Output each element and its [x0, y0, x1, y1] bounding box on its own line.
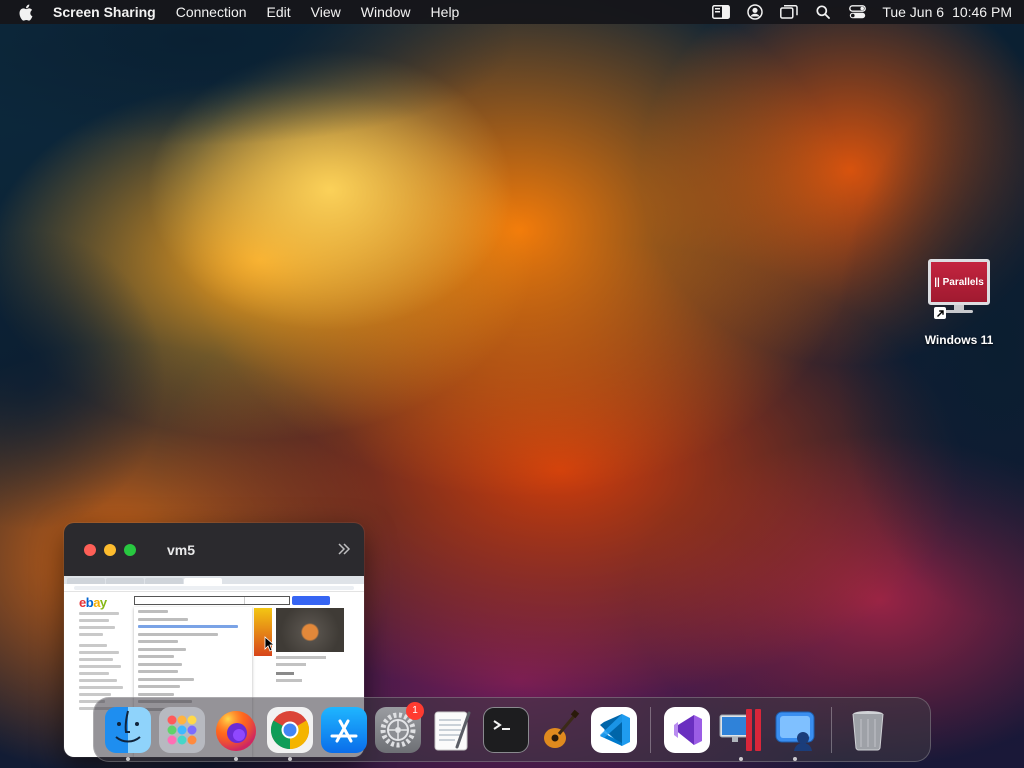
- menu-bar-status-area: Tue Jun 6 10:46 PM: [696, 4, 1012, 20]
- minimize-window-button[interactable]: [104, 543, 116, 556]
- dock-item-system-settings[interactable]: 1: [375, 701, 424, 753]
- app-store-icon: [321, 706, 367, 753]
- dock-item-app-store[interactable]: [321, 706, 367, 753]
- desktop-icon-label: Windows 11: [924, 333, 994, 347]
- menu-bar: Screen Sharing Connection Edit View Wind…: [0, 0, 1024, 24]
- menu-connection[interactable]: Connection: [176, 4, 247, 20]
- terminal-icon: [483, 706, 529, 753]
- parallels-vm-screen: || Parallels: [928, 259, 990, 305]
- textedit-icon: [429, 707, 475, 753]
- remote-tab-active: [184, 578, 222, 584]
- running-indicator: [234, 756, 238, 761]
- zoom-window-button[interactable]: [124, 543, 136, 556]
- dock-separator: [831, 706, 832, 753]
- finder-icon: [105, 706, 151, 753]
- remote-category-select: [244, 597, 288, 604]
- window-title: vm5: [167, 541, 196, 558]
- running-indicator: [739, 756, 743, 761]
- menu-bar-time[interactable]: 10:46 PM: [952, 4, 1012, 20]
- remote-tab: [145, 578, 183, 584]
- running-indicator: [793, 756, 797, 761]
- guitar-icon: [537, 707, 583, 753]
- running-indicator: [126, 756, 130, 761]
- dock-item-finder[interactable]: [105, 706, 151, 761]
- search-icon[interactable]: [814, 4, 832, 20]
- window-controls: [84, 543, 144, 556]
- screen-mirroring-icon[interactable]: [780, 4, 799, 20]
- launchpad-icon: [159, 706, 205, 753]
- close-window-button[interactable]: [84, 543, 96, 556]
- menu-edit[interactable]: Edit: [267, 4, 291, 20]
- visual-studio-icon: [664, 706, 710, 753]
- remote-address-bar: [64, 584, 364, 592]
- running-indicator: [288, 756, 292, 761]
- menu-window[interactable]: Window: [361, 4, 411, 20]
- parallels-vm-icon: || Parallels: [927, 256, 991, 319]
- dock-item-launchpad[interactable]: [159, 706, 205, 753]
- dock-item-firefox[interactable]: [213, 707, 259, 761]
- notification-badge: 1: [406, 701, 424, 720]
- menu-app-name[interactable]: Screen Sharing: [53, 4, 156, 20]
- dock-item-parallels-desktop[interactable]: [718, 707, 764, 761]
- desktop-icon-windows-11[interactable]: || Parallels Windows 11: [918, 256, 1000, 347]
- menu-bar-date[interactable]: Tue Jun 6: [882, 4, 944, 20]
- menu-help[interactable]: Help: [431, 4, 460, 20]
- remote-product-image: [276, 608, 344, 652]
- parallels-icon: [718, 707, 764, 753]
- dock-item-garageband[interactable]: [537, 707, 583, 753]
- parallels-logo-text: || Parallels: [934, 276, 984, 288]
- chrome-icon: [267, 706, 313, 753]
- window-titlebar[interactable]: vm5: [64, 523, 364, 576]
- apple-menu-icon[interactable]: [18, 3, 35, 21]
- dock-item-trash[interactable]: [845, 707, 891, 753]
- dock-item-vscode[interactable]: [591, 706, 637, 753]
- double-chevron-right-icon[interactable]: [337, 542, 351, 556]
- mouse-cursor-icon: [264, 636, 274, 652]
- screen-sharing-icon: [772, 707, 818, 753]
- remote-browser-tabs: [64, 576, 364, 584]
- alias-arrow-icon: [934, 307, 946, 319]
- dock-item-textedit[interactable]: [429, 707, 475, 753]
- remote-product-details: [276, 656, 336, 686]
- dock: 1: [93, 697, 931, 762]
- control-center-icon[interactable]: [848, 4, 866, 20]
- vscode-icon: [591, 706, 637, 753]
- dock-item-visual-studio[interactable]: [664, 706, 710, 753]
- menu-view[interactable]: View: [311, 4, 341, 20]
- user-account-icon[interactable]: [746, 4, 764, 20]
- remote-tab: [106, 578, 144, 584]
- remote-search-button: [292, 596, 330, 605]
- stage-manager-icon[interactable]: [712, 4, 731, 20]
- firefox-icon: [213, 707, 259, 753]
- dock-item-screen-sharing[interactable]: [772, 707, 818, 761]
- dock-separator: [650, 706, 651, 753]
- trash-icon: [845, 707, 891, 753]
- monitor-base: [945, 310, 973, 313]
- dock-item-terminal[interactable]: [483, 706, 529, 753]
- dock-item-chrome[interactable]: [267, 706, 313, 761]
- ebay-logo: ebay: [79, 595, 107, 610]
- remote-tab: [67, 578, 105, 584]
